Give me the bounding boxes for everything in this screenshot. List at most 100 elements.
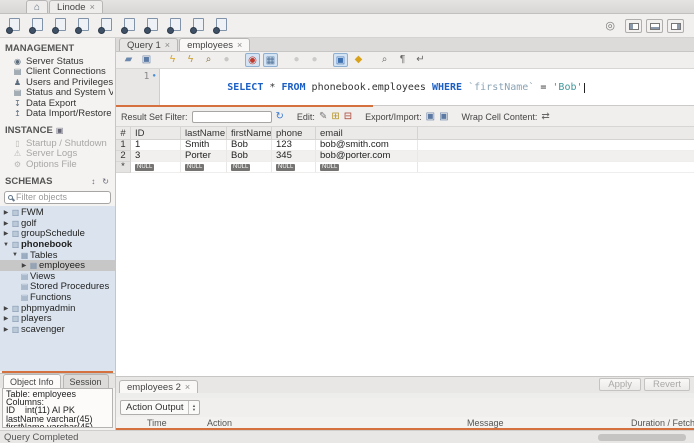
output-column-time[interactable]: Time	[144, 417, 204, 428]
delete-row-icon[interactable]: ⊟	[344, 111, 352, 123]
refresh-icon[interactable]: ↻	[276, 111, 284, 123]
instance-edit-icon[interactable]: ▣	[56, 126, 64, 135]
tree-item-golf[interactable]: ▶ ▥ golf	[0, 218, 115, 229]
cell-email[interactable]: bob@smith.com	[316, 140, 418, 151]
column-header-phone[interactable]: phone	[272, 127, 316, 139]
toggle-bottom-panel-button[interactable]	[646, 18, 663, 33]
chevron-right-icon[interactable]: ▶	[20, 262, 28, 269]
output-column-action[interactable]: Action	[204, 417, 464, 428]
new-view-icon[interactable]	[121, 17, 137, 34]
stop-on-error-icon[interactable]: ◉	[245, 53, 260, 67]
search-data-icon[interactable]	[190, 17, 206, 34]
output-column-message[interactable]: Message	[464, 417, 628, 428]
cell-firstname[interactable]: Bob	[227, 151, 272, 162]
execute-icon[interactable]: ϟ	[165, 53, 180, 67]
chevron-right-icon[interactable]: ▶	[2, 209, 10, 216]
invisibles-icon[interactable]: ¶	[395, 53, 410, 67]
cell-phone[interactable]: 345	[272, 151, 316, 162]
cell-null[interactable]: NULL	[227, 162, 272, 173]
chevron-right-icon[interactable]: ▶	[2, 305, 10, 312]
sidebar-item-status-system-variables[interactable]: ▤ Status and System Variables	[4, 88, 113, 99]
sidebar-item-server-status[interactable]: ◉ Server Status	[4, 56, 113, 67]
result-filter-input[interactable]	[191, 111, 272, 123]
cell-email[interactable]: bob@porter.com	[316, 151, 418, 162]
row-number[interactable]: *	[116, 162, 131, 173]
toggle-left-panel-button[interactable]	[625, 18, 642, 33]
column-header-id[interactable]: ID	[131, 127, 181, 139]
tab-session[interactable]: Session	[62, 374, 109, 388]
sql-code-editor[interactable]: 1 ● SELECT * FROM phonebook.employees WH…	[116, 69, 694, 105]
export-recordset-icon[interactable]: ▣	[426, 111, 435, 123]
close-icon[interactable]: ×	[237, 40, 242, 50]
edit-record-icon[interactable]: ✎	[319, 111, 327, 123]
table-row-new[interactable]: * NULL NULL NULL NULL NULL	[116, 162, 694, 173]
open-script-icon[interactable]: ▰	[121, 53, 136, 67]
new-table-icon[interactable]	[98, 17, 114, 34]
close-icon[interactable]: ×	[185, 382, 190, 392]
tab-query-1[interactable]: Query 1 ×	[119, 38, 179, 51]
sidebar-item-startup-shutdown[interactable]: ▯ Startup / Shutdown	[4, 138, 113, 149]
sidebar-item-client-connections[interactable]: ▤ Client Connections	[4, 67, 113, 78]
sidebar-item-users-privileges[interactable]: ♟ Users and Privileges	[4, 77, 113, 88]
save-script-icon[interactable]: ▣	[139, 53, 154, 67]
connection-tab-linode[interactable]: Linode ×	[49, 0, 103, 13]
tree-item-fwm[interactable]: ▶ ▥ FWM	[0, 207, 115, 218]
apply-button[interactable]: Apply	[599, 378, 642, 391]
toggle-right-panel-button[interactable]	[667, 18, 684, 33]
chevron-right-icon[interactable]: ▶	[2, 326, 10, 333]
open-sql-script-icon[interactable]	[29, 17, 45, 34]
column-header-firstname[interactable]: firstName	[227, 127, 272, 139]
table-row[interactable]: 1 1 Smith Bob 123 bob@smith.com	[116, 140, 694, 151]
column-header-lastname[interactable]: lastName	[181, 127, 227, 139]
cell-null[interactable]: NULL	[131, 162, 181, 173]
cell-null[interactable]: NULL	[181, 162, 227, 173]
output-column-duration[interactable]: Duration / Fetch	[628, 417, 694, 428]
cell-null[interactable]: NULL	[316, 162, 418, 173]
cell-lastname[interactable]: Smith	[181, 140, 227, 151]
chevron-right-icon[interactable]: ▶	[2, 315, 10, 322]
table-row[interactable]: 2 3 Porter Bob 345 bob@porter.com	[116, 151, 694, 162]
tree-item-tables[interactable]: ▼ ▦ Tables	[0, 250, 115, 261]
cell-lastname[interactable]: Porter	[181, 151, 227, 162]
schema-filter-box[interactable]	[4, 190, 111, 204]
new-schema-icon[interactable]	[75, 17, 91, 34]
close-icon[interactable]: ×	[90, 2, 95, 12]
execute-current-icon[interactable]: ϟ	[183, 53, 198, 67]
schema-filter-input[interactable]	[16, 192, 96, 202]
import-records-icon[interactable]: ▣	[439, 111, 448, 123]
column-header-rownum[interactable]: #	[116, 127, 131, 139]
tree-item-players[interactable]: ▶ ▥ players	[0, 313, 115, 324]
new-procedure-icon[interactable]	[144, 17, 160, 34]
tab-employees[interactable]: employees ×	[179, 38, 251, 51]
home-tab[interactable]: ⌂	[26, 0, 49, 13]
explain-icon[interactable]: ⌕	[201, 53, 216, 67]
cell-phone[interactable]: 123	[272, 140, 316, 151]
chevron-down-icon[interactable]: ▼	[2, 242, 10, 248]
reconnect-dbms-icon[interactable]	[213, 17, 229, 34]
tree-item-phonebook[interactable]: ▼ ▥ phonebook	[0, 239, 115, 250]
action-output-dropdown[interactable]: Action Output ▲ ▼	[120, 400, 200, 415]
new-connection-icon[interactable]	[52, 17, 68, 34]
sidebar-item-options-file[interactable]: ⚙ Options File	[4, 159, 113, 170]
autocommit-icon[interactable]: ▣	[333, 53, 348, 67]
sql-text[interactable]: SELECT * FROM phonebook.employees WHERE …	[160, 69, 585, 105]
tree-item-stored-procedures[interactable]: ▤ Stored Procedures	[0, 281, 115, 292]
find-icon[interactable]: ⌕	[377, 53, 392, 67]
tab-employees-2[interactable]: employees 2 ×	[119, 380, 199, 393]
tree-item-employees[interactable]: ▶ ▦ employees	[0, 260, 115, 271]
chevron-right-icon[interactable]: ▶	[2, 220, 10, 227]
tree-item-scavenger[interactable]: ▶ ▥ scavenger	[0, 324, 115, 335]
cell-id[interactable]: 1	[131, 140, 181, 151]
wrap-text-icon[interactable]: ↵	[413, 53, 428, 67]
chevron-right-icon[interactable]: ▶	[2, 230, 10, 237]
close-icon[interactable]: ×	[165, 40, 170, 50]
tree-item-groupschedule[interactable]: ▶ ▥ groupSchedule	[0, 228, 115, 239]
spinner-icons[interactable]: ▲ ▼	[188, 401, 199, 414]
tab-object-info[interactable]: Object Info	[3, 374, 61, 388]
sidebar-item-server-logs[interactable]: ⚠ Server Logs	[4, 149, 113, 160]
tree-item-phpmyadmin[interactable]: ▶ ▥ phpmyadmin	[0, 303, 115, 314]
expand-schemas-icon[interactable]: ↕	[91, 177, 95, 186]
sidebar-item-data-export[interactable]: ↧ Data Export	[4, 98, 113, 109]
tree-item-functions[interactable]: ▤ Functions	[0, 292, 115, 303]
wrap-cell-content-icon[interactable]: ⇄	[541, 111, 549, 123]
